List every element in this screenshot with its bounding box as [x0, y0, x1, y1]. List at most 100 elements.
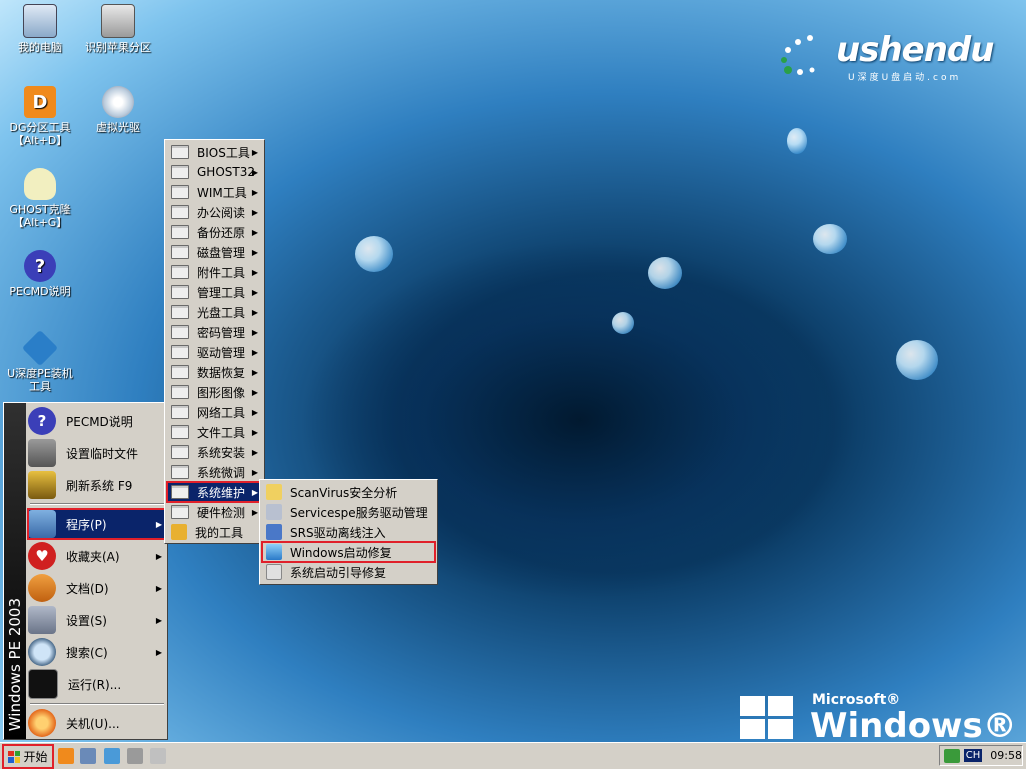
- maint-item-srs[interactable]: SRS驱动离线注入: [262, 522, 435, 542]
- start-item-settings[interactable]: 设置(S) ▶: [28, 605, 166, 635]
- programs-item-recovery[interactable]: 数据恢复 ▶: [167, 362, 262, 382]
- language-indicator[interactable]: CH: [963, 749, 983, 762]
- menu-item-label: 文件工具: [197, 425, 246, 440]
- menu-item-label: WIM工具: [197, 185, 247, 200]
- submenu-arrow-icon: ▶: [155, 583, 162, 593]
- programs-item-hardware[interactable]: 硬件检测 ▶: [167, 502, 262, 522]
- maint-item-boot-loader-repair[interactable]: 系统启动引导修复: [262, 562, 435, 582]
- desktop-icon-my-computer[interactable]: 我的电脑: [2, 4, 78, 54]
- taskbar: 开始 CH 09:58: [0, 742, 1026, 769]
- folder-icon: [171, 325, 189, 339]
- programs-item-files[interactable]: 文件工具 ▶: [167, 422, 262, 442]
- tray-network-icon[interactable]: [944, 748, 960, 763]
- programs-item-wim[interactable]: WIM工具 ▶: [167, 182, 262, 202]
- programs-item-my-tools[interactable]: 我的工具: [167, 522, 262, 542]
- programs-item-accessories[interactable]: 附件工具 ▶: [167, 262, 262, 282]
- wallpaper-drop: [787, 128, 807, 154]
- programs-item-office[interactable]: 办公阅读 ▶: [167, 202, 262, 222]
- submenu-arrow-icon: ▶: [251, 187, 258, 197]
- maint-item-servicespe[interactable]: Servicespe服务驱动管理: [262, 502, 435, 522]
- start-item-favorites[interactable]: ♥ 收藏夹(A) ▶: [28, 541, 166, 571]
- start-item-label: 文档(D): [66, 581, 109, 596]
- desktop-icon-dg-partition[interactable]: D DG分区工具 【Alt+D】: [2, 86, 78, 147]
- start-item-search[interactable]: 搜索(C) ▶: [28, 637, 166, 667]
- start-button[interactable]: 开始: [2, 744, 54, 769]
- programs-item-network[interactable]: 网络工具 ▶: [167, 402, 262, 422]
- menu-item-label: 系统微调: [197, 465, 246, 480]
- programs-item-disk[interactable]: 磁盘管理 ▶: [167, 242, 262, 262]
- menu-item-label: ScanVirus安全分析: [290, 485, 398, 500]
- folder-icon: [171, 345, 189, 359]
- start-item-label: 运行(R)...: [68, 677, 122, 692]
- search-icon: [28, 638, 56, 666]
- quicklaunch-partition-icon[interactable]: [58, 748, 74, 764]
- menu-item-label: 图形图像: [197, 385, 246, 400]
- quicklaunch-explorer-icon[interactable]: [80, 748, 96, 764]
- programs-item-admin[interactable]: 管理工具 ▶: [167, 282, 262, 302]
- programs-folder-icon: [28, 510, 56, 538]
- start-item-temp-files[interactable]: 设置临时文件: [28, 438, 166, 468]
- start-menu-band-text: Windows PE 2003: [6, 597, 24, 731]
- maint-item-scanvirus[interactable]: ScanVirus安全分析: [262, 482, 435, 502]
- desktop-icon-pe-installer[interactable]: U深度PE装机 工具: [2, 329, 78, 393]
- menu-item-label: 光盘工具: [197, 305, 246, 320]
- folder-icon: [171, 465, 189, 479]
- start-item-run[interactable]: 运行(R)...: [28, 669, 166, 699]
- programs-item-ghost32[interactable]: GHOST32 ▶: [167, 162, 262, 182]
- menu-item-label: 密码管理: [197, 325, 246, 340]
- folder-icon: [171, 305, 189, 319]
- folder-icon: [171, 385, 189, 399]
- start-item-programs[interactable]: 程序(P) ▶: [27, 508, 167, 540]
- logo-dots-icon: [781, 35, 815, 75]
- wallpaper-drop: [813, 224, 847, 254]
- desktop-icon-virtual-drive[interactable]: 虚拟光驱: [80, 86, 156, 134]
- menu-item-label: 硬件检测: [197, 505, 246, 520]
- broom-icon: [28, 471, 56, 499]
- programs-item-optical[interactable]: 光盘工具 ▶: [167, 302, 262, 322]
- quicklaunch-eraser-icon[interactable]: [150, 748, 166, 764]
- menu-separator: [30, 703, 164, 705]
- programs-item-install[interactable]: 系统安装 ▶: [167, 442, 262, 462]
- maint-item-windows-boot-repair[interactable]: Windows启动修复: [261, 541, 436, 563]
- driver-inject-icon: [266, 524, 282, 540]
- menu-item-label: 系统启动引导修复: [290, 565, 387, 580]
- desktop-icon-apple-partition[interactable]: 识别苹果分区: [80, 4, 156, 54]
- programs-item-bios[interactable]: BIOS工具 ▶: [167, 142, 262, 162]
- chip-icon: [28, 439, 56, 467]
- menu-item-label: 网络工具: [197, 405, 246, 420]
- desktop-icon-label-line2: 工具: [29, 380, 51, 393]
- submenu-arrow-icon: ▶: [251, 247, 258, 257]
- programs-item-graphics[interactable]: 图形图像 ▶: [167, 382, 262, 402]
- start-item-label: 关机(U)...: [66, 716, 120, 731]
- watermark-windows-pe: Windows® PE: [810, 706, 1026, 746]
- programs-item-backup[interactable]: 备份还原 ▶: [167, 222, 262, 242]
- start-item-label: 程序(P): [66, 517, 107, 532]
- menu-item-label: Windows启动修复: [290, 545, 392, 560]
- tray-clock[interactable]: 09:58: [990, 749, 1022, 762]
- submenu-arrow-icon: ▶: [251, 167, 258, 177]
- quicklaunch-printer-icon[interactable]: [127, 748, 143, 764]
- start-item-refresh[interactable]: 刷新系统 F9: [28, 470, 166, 500]
- logo-text: ushendu: [836, 30, 994, 70]
- help-icon: ?: [24, 250, 56, 282]
- submenu-arrow-icon: ▶: [251, 487, 258, 497]
- menu-item-label: 办公阅读: [197, 205, 246, 220]
- start-item-shutdown[interactable]: 关机(U)...: [28, 708, 166, 738]
- folder-icon: [171, 225, 189, 239]
- desktop-icon-pecmd-help[interactable]: ? PECMD说明: [2, 250, 78, 298]
- programs-item-password[interactable]: 密码管理 ▶: [167, 322, 262, 342]
- menu-item-label: 系统安装: [197, 445, 246, 460]
- quicklaunch-network-icon[interactable]: [104, 748, 120, 764]
- desktop-icon-ghost[interactable]: GHOST克隆 【Alt+G】: [2, 168, 78, 229]
- submenu-arrow-icon: ▶: [251, 227, 258, 237]
- programs-item-maintenance[interactable]: 系统维护 ▶: [166, 481, 263, 503]
- programs-item-tweak[interactable]: 系统微调 ▶: [167, 462, 262, 482]
- start-item-pecmd-help[interactable]: ? PECMD说明: [28, 406, 166, 436]
- submenu-arrow-icon: ▶: [155, 519, 162, 529]
- disc-icon: [102, 86, 134, 118]
- menu-separator: [30, 503, 164, 505]
- start-item-documents[interactable]: 文档(D) ▶: [28, 573, 166, 603]
- folder-icon: [171, 365, 189, 379]
- folder-icon: [171, 205, 189, 219]
- programs-item-drivers[interactable]: 驱动管理 ▶: [167, 342, 262, 362]
